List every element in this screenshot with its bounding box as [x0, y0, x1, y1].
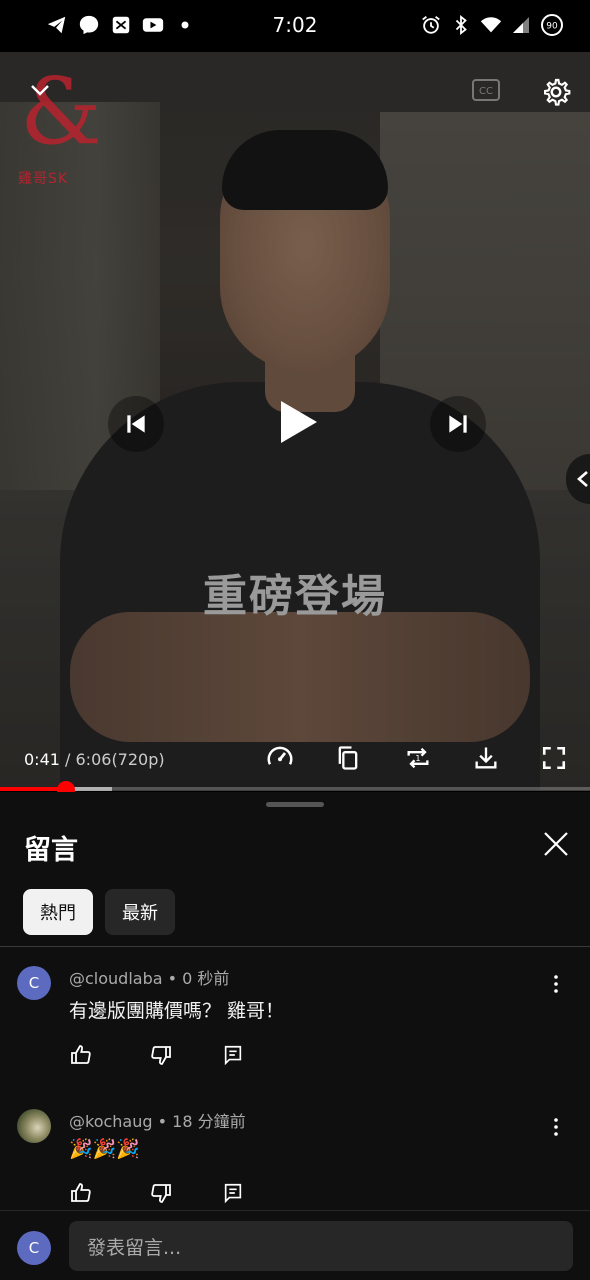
signal-icon	[510, 14, 532, 36]
status-bar: 7:02 90	[0, 0, 590, 52]
reply-button[interactable]	[220, 1180, 246, 1206]
like-button[interactable]	[68, 1180, 94, 1206]
reply-button[interactable]	[220, 1042, 246, 1068]
svg-text:90: 90	[546, 22, 558, 32]
like-button[interactable]	[68, 1042, 94, 1068]
comment-author[interactable]: @cloudlaba	[69, 969, 163, 988]
comment-meta: @cloudlaba • 0 秒前	[69, 969, 230, 988]
copy-icon	[338, 746, 358, 770]
more-vertical-icon	[554, 1118, 558, 1136]
avatar[interactable]: C	[17, 966, 51, 1000]
tab-newest[interactable]: 最新	[105, 889, 175, 935]
quality-label: (720p)	[111, 750, 165, 769]
next-video-button[interactable]	[430, 396, 486, 452]
download-icon	[475, 747, 497, 769]
bluetooth-icon	[450, 14, 472, 36]
divider	[0, 946, 590, 947]
thumbs-down-icon	[151, 1046, 171, 1065]
previous-video-button[interactable]	[108, 396, 164, 452]
alarm-icon	[420, 14, 442, 36]
svg-text:CC: CC	[479, 86, 493, 97]
progress-bar[interactable]	[0, 787, 590, 791]
comment-input[interactable]: 發表留言...	[69, 1221, 573, 1271]
panel-title: 留言	[24, 835, 78, 866]
skip-next-icon	[449, 415, 467, 433]
wifi-icon	[480, 14, 502, 36]
thumbs-down-icon	[151, 1184, 171, 1203]
reply-icon	[224, 1183, 242, 1204]
video-caption: 重磅登場	[203, 571, 387, 622]
comment-compose-bar: C 發表留言...	[0, 1210, 590, 1280]
settings-button[interactable]	[536, 72, 576, 112]
chevron-left-icon	[577, 471, 588, 487]
sort-tabs: 熱門 最新	[23, 889, 175, 935]
drag-handle[interactable]	[266, 802, 324, 807]
fullscreen-button[interactable]	[536, 740, 572, 776]
loop-button[interactable]: 1	[400, 740, 436, 776]
close-button[interactable]	[540, 828, 572, 860]
reply-icon	[224, 1045, 242, 1066]
comment-time: 18 分鐘前	[172, 1112, 246, 1131]
playback-speed-button[interactable]	[262, 740, 298, 776]
tab-top[interactable]: 熱門	[23, 889, 93, 935]
dislike-button[interactable]	[148, 1180, 174, 1206]
comment-meta: @kochaug • 18 分鐘前	[69, 1112, 246, 1131]
playback-speed-icon	[267, 746, 293, 765]
more-options-button[interactable]	[544, 972, 568, 996]
avatar: C	[17, 1231, 51, 1265]
dislike-button[interactable]	[148, 1042, 174, 1068]
video-player[interactable]: & 雞哥SK CC 重磅登場 0:41 / 6:06(720p) 1	[0, 52, 590, 790]
time-display: 0:41 / 6:06(720p)	[24, 750, 165, 769]
copy-button[interactable]	[330, 740, 366, 776]
current-time: 0:41	[24, 750, 60, 769]
thumbs-up-icon	[71, 1045, 91, 1064]
thumbs-up-icon	[71, 1183, 91, 1202]
comment-text: 有邊版團購價嗎？ 雞哥！	[69, 1000, 285, 1022]
system-icons: 90	[420, 14, 564, 36]
comments-panel: 留言 熱門 最新 C @cloudlaba • 0 秒前 有邊版團購價嗎？ 雞哥…	[0, 792, 590, 1280]
more-options-button[interactable]	[544, 1115, 568, 1139]
closed-captions-icon: CC	[472, 79, 500, 101]
skip-previous-icon	[127, 415, 145, 433]
comment-text: 🎉🎉🎉	[69, 1138, 140, 1160]
close-icon	[544, 832, 568, 856]
duration: 6:06	[75, 750, 112, 769]
battery-icon: 90	[540, 14, 564, 36]
download-button[interactable]	[468, 740, 504, 776]
more-vertical-icon	[554, 975, 558, 993]
gear-icon	[544, 78, 571, 106]
captions-button[interactable]: CC	[470, 74, 502, 106]
play-button[interactable]	[262, 380, 334, 464]
loop-one-icon: 1	[407, 747, 429, 769]
play-icon	[281, 401, 317, 443]
comment-author[interactable]: @kochaug	[69, 1112, 153, 1131]
chevron-down-icon	[31, 85, 49, 96]
fullscreen-icon	[542, 746, 566, 770]
comment-time: 0 秒前	[182, 969, 230, 988]
collapse-button[interactable]	[18, 68, 62, 112]
svg-text:1: 1	[415, 753, 420, 763]
avatar[interactable]	[17, 1109, 51, 1143]
